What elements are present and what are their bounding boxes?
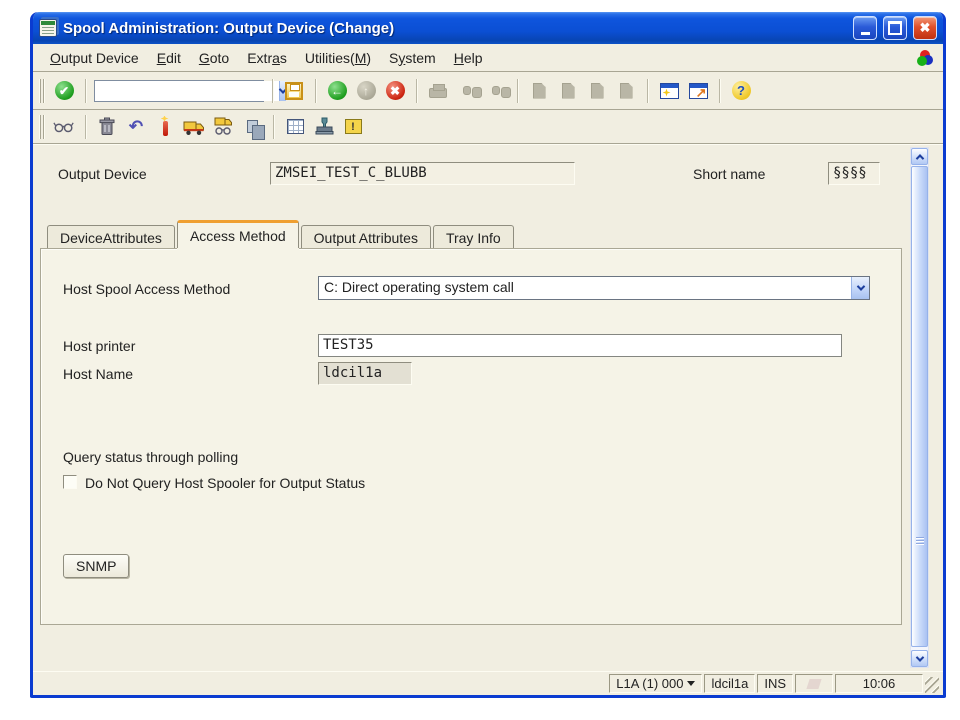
polling-checkbox-label[interactable]: Do Not Query Host Spooler for Output Sta… <box>85 475 365 491</box>
access-method-label: Host Spool Access Method <box>63 281 230 297</box>
status-host-cell: ldcil1a <box>704 674 755 693</box>
application-toolbar: ↶ ! <box>33 110 943 144</box>
host-name-label: Host Name <box>63 366 133 382</box>
close-button[interactable]: ✖ <box>913 16 937 40</box>
access-method-panel <box>40 248 902 625</box>
window-app-icon <box>39 19 57 37</box>
save-icon[interactable] <box>281 78 307 104</box>
sap-color-wheel-icon <box>917 50 933 66</box>
activate-firecracker-icon[interactable] <box>152 114 178 140</box>
cancel-icon[interactable]: ✖ <box>382 78 408 104</box>
previous-page-icon[interactable] <box>555 78 581 104</box>
short-name-label: Short name <box>693 166 765 182</box>
new-session-icon[interactable] <box>656 78 682 104</box>
output-device-field[interactable]: ZMSEI_TEST_C_BLUBB <box>270 162 575 185</box>
titlebar: Spool Administration: Output Device (Cha… <box>33 12 943 44</box>
standard-toolbar: ✔ ← ↑ ✖ ↗ ? <box>33 72 943 110</box>
transport-truck-icon[interactable] <box>181 114 207 140</box>
stamp-icon[interactable] <box>311 114 337 140</box>
next-page-icon[interactable] <box>584 78 610 104</box>
help-icon[interactable]: ? <box>728 78 754 104</box>
reset-undo-icon[interactable]: ↶ <box>123 114 149 140</box>
tab-access-method[interactable]: Access Method <box>177 220 299 248</box>
device-list-icon[interactable] <box>282 114 308 140</box>
vertical-scrollbar[interactable] <box>910 147 929 668</box>
create-shortcut-icon[interactable]: ↗ <box>685 78 711 104</box>
scroll-up-button[interactable] <box>911 148 928 165</box>
exit-icon[interactable]: ↑ <box>353 78 379 104</box>
status-insert-mode-cell: INS <box>757 674 793 693</box>
last-page-icon[interactable] <box>613 78 639 104</box>
maximize-button[interactable] <box>883 16 907 40</box>
find-icon[interactable] <box>454 78 480 104</box>
tab-device-attributes[interactable]: DeviceAttributes <box>47 225 175 250</box>
tabstrip: DeviceAttributes Access Method Output At… <box>47 220 516 248</box>
copy-delete-icon[interactable] <box>239 114 265 140</box>
host-name-field[interactable]: ldcil1a <box>318 362 412 385</box>
statusbar: L1A (1) 000 ldcil1a INS 10:06 <box>33 671 943 695</box>
enter-check-icon[interactable]: ✔ <box>51 78 77 104</box>
toolbar-drag-handle[interactable] <box>39 79 44 103</box>
host-printer-field[interactable]: TEST35 <box>318 334 842 357</box>
status-system-cell[interactable]: L1A (1) 000 <box>609 674 702 693</box>
menu-edit[interactable]: Edit <box>148 47 190 69</box>
screen-body: Output Device ZMSEI_TEST_C_BLUBB Short n… <box>33 144 943 671</box>
output-device-label: Output Device <box>58 166 147 182</box>
alarm-icon[interactable]: ! <box>340 114 366 140</box>
status-dropdown-icon[interactable] <box>687 681 695 686</box>
toolbar-drag-handle[interactable] <box>39 115 44 139</box>
status-response-icon-cell <box>795 674 833 693</box>
menu-output-device[interactable]: Output Device <box>41 47 148 69</box>
polling-checkbox[interactable] <box>63 475 77 489</box>
back-icon[interactable]: ← <box>324 78 350 104</box>
access-method-value: C: Direct operating system call <box>319 277 851 299</box>
scrollbar-thumb[interactable] <box>911 166 928 647</box>
dropdown-arrow-button[interactable] <box>851 277 869 299</box>
sap-window: Spool Administration: Output Device (Cha… <box>30 12 946 698</box>
display-change-glasses-icon[interactable] <box>51 114 77 140</box>
short-name-field[interactable]: §§§§ <box>828 162 880 185</box>
menu-help[interactable]: Help <box>445 47 492 69</box>
menu-system[interactable]: System <box>380 47 445 69</box>
tab-tray-info[interactable]: Tray Info <box>433 225 514 250</box>
menubar: Output Device Edit Goto Extras Utilities… <box>33 44 943 72</box>
command-input[interactable] <box>95 81 279 101</box>
host-printer-label: Host printer <box>63 338 135 354</box>
window-title: Spool Administration: Output Device (Cha… <box>63 20 847 37</box>
snmp-button[interactable]: SNMP <box>63 554 129 578</box>
command-field <box>94 80 264 102</box>
polling-heading: Query status through polling <box>63 449 238 465</box>
access-method-dropdown[interactable]: C: Direct operating system call <box>318 276 870 300</box>
status-system-text: L1A (1) 000 <box>616 676 683 691</box>
performance-icon <box>806 679 821 689</box>
resize-grip[interactable] <box>925 677 939 693</box>
menu-extras[interactable]: Extras <box>238 47 296 69</box>
scroll-down-button[interactable] <box>911 650 928 667</box>
first-page-icon[interactable] <box>526 78 552 104</box>
status-time-cell: 10:06 <box>835 674 923 693</box>
menu-goto[interactable]: Goto <box>190 47 238 69</box>
menu-utilities[interactable]: Utilities(M) <box>296 47 380 69</box>
minimize-button[interactable] <box>853 16 877 40</box>
tab-output-attributes[interactable]: Output Attributes <box>301 225 431 250</box>
find-next-icon[interactable] <box>483 78 509 104</box>
delete-trash-icon[interactable] <box>94 114 120 140</box>
transport-display-icon[interactable] <box>210 114 236 140</box>
print-icon[interactable] <box>425 78 451 104</box>
